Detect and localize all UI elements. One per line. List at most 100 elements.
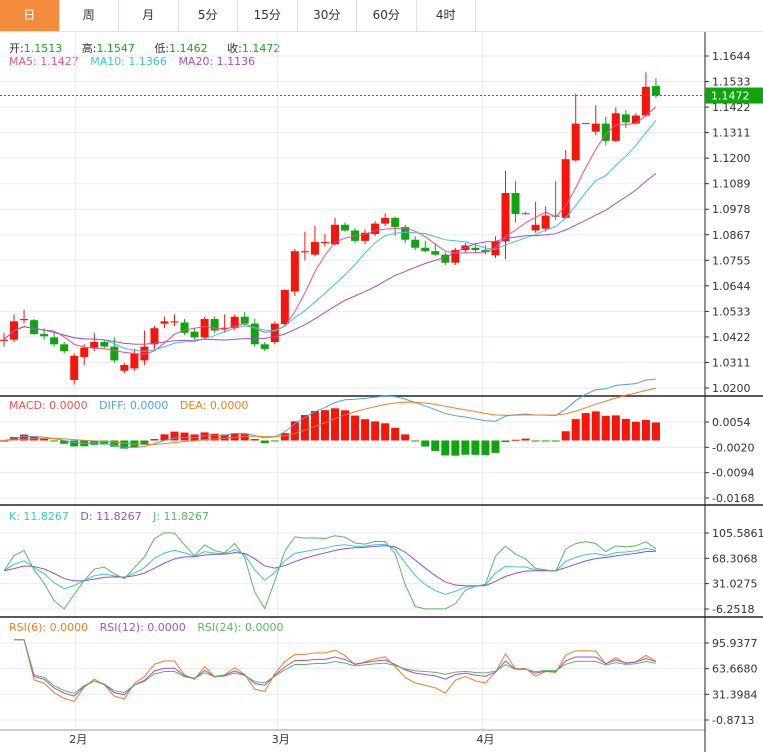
macd-bar [411,440,420,442]
price-axis-label: 1.0422 [712,331,751,344]
diff-value: DIFF: 0.0000 [99,399,169,412]
diff-line [3,378,656,448]
macd-bar [581,413,590,441]
candle-up [451,250,460,263]
rsi-axis-label: -0.8713 [712,714,754,727]
price-axis-label: 1.1200 [712,152,751,165]
candle-up [501,193,510,242]
candle-down [391,217,400,228]
kline-chart[interactable]: 1.16441.15331.14221.13111.12001.10891.09… [0,0,763,752]
ma10-line [3,120,657,352]
candle-up [531,224,540,231]
price-axis-label: 1.0644 [712,280,751,293]
macd-bar [541,440,550,442]
candle-up [170,321,179,323]
macd-bar [511,439,520,441]
kdj-axis-label: 68.3068 [712,552,758,565]
candle-up [270,323,279,343]
macd-legend: MACD: 0.0000 DIFF: 0.0000 DEA: 0.0000 [9,399,256,412]
kdj-axis-label: -6.2518 [712,603,754,616]
price-axis-label: 1.1533 [712,76,751,89]
candle-up [20,319,29,321]
candle-down [60,344,69,352]
macd-bar [371,421,380,441]
macd-bar [391,427,400,441]
macd-bar [381,423,390,441]
candle-up [310,242,319,255]
candle-down [471,247,480,251]
candle-up [641,86,650,116]
candle-up [581,123,590,125]
candle-down [100,342,109,347]
macd-bar [50,440,59,442]
macd-bar [591,411,600,441]
macd-bar [571,419,580,441]
candle-up [120,365,129,371]
macd-bar [431,440,440,452]
macd-bar [260,440,269,444]
d-value: D: 11.8267 [80,510,142,523]
kdj-legend: K: 11.8267 D: 11.8267 J: 11.8267 [9,510,217,523]
candle-up [300,251,309,253]
macd-bar [70,440,79,447]
macd-bar [270,440,279,442]
candle-up [0,339,8,341]
candle-up [70,355,79,380]
candle-up [521,213,530,215]
macd-bar [621,418,630,441]
k-value: K: 11.8267 [9,510,69,523]
candle-down [431,251,440,255]
macd-bar [330,408,339,441]
candle-up [160,321,169,324]
rsi6-line [14,639,657,703]
candle-down [651,86,660,96]
macd-bar [521,438,530,441]
macd-bar [240,434,249,441]
macd-bar [631,421,640,441]
candle-down [190,331,199,338]
rsi-axis-label: 63.6680 [712,663,758,676]
price-axis-label: 1.1311 [712,127,751,140]
candle-up [200,319,209,338]
price-axis-label: 1.0533 [712,305,751,318]
candle-up [130,353,139,369]
candle-up [571,123,580,161]
candle-down [341,224,350,231]
macd-bar [351,415,360,441]
macd-bar [531,440,540,442]
rsi-axis-label: 31.3984 [712,688,758,701]
price-axis-label: 1.0867 [712,229,751,242]
macd-bar [551,440,560,442]
candle-down [110,346,119,361]
candle-down [411,239,420,248]
macd-bar [180,432,189,441]
macd-axis-label: 0.0054 [712,416,751,429]
candle-up [280,290,289,325]
macd-bar [461,440,470,455]
macd-bar [280,433,289,441]
macd-axis-label: -0.0168 [712,492,754,505]
price-axis-label: 1.0978 [712,203,751,216]
last-price-value: 1.1472 [711,90,750,103]
rsi-legend: RSI(6): 0.0000 RSI(12): 0.0000 RSI(24): … [9,621,291,634]
candle-down [30,320,39,334]
rsi24-value: RSI(24): 0.0000 [197,621,284,634]
macd-bar [150,439,159,441]
price-axis-label: 1.0755 [712,254,751,267]
candle-up [80,347,89,357]
date-label: 2月 [69,733,87,746]
macd-bar [481,440,490,456]
candle-down [240,316,249,324]
candle-up [631,115,640,124]
candle-up [591,123,600,132]
candle-down [621,114,630,123]
price-axis-label: 1.1644 [712,50,751,63]
j-line [3,532,657,610]
macd-bar [601,415,610,441]
macd-bar [651,422,660,441]
rsi-axis-label: 95.9377 [712,637,758,650]
candle-up [320,242,329,244]
dea-value: DEA: 0.0000 [179,399,249,412]
macd-axis-label: -0.0094 [712,467,754,480]
ma20-line [3,173,657,345]
